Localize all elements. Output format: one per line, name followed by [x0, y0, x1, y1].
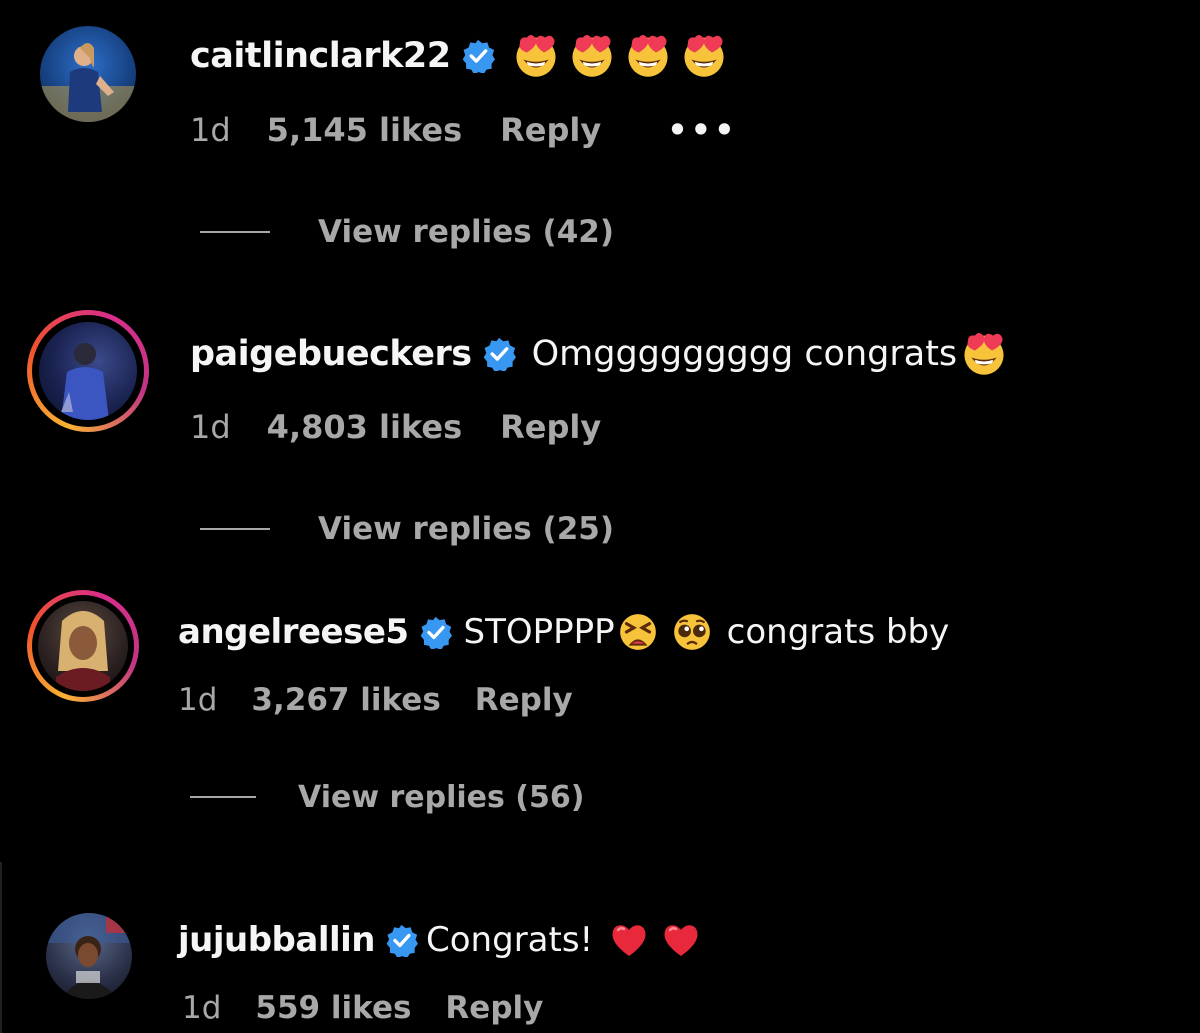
- reply-button[interactable]: Reply: [475, 682, 573, 718]
- comment-text: Congrats!: [426, 920, 594, 960]
- heart-eyes-emoji-icon: [513, 33, 559, 79]
- avatar[interactable]: [40, 26, 136, 122]
- heart-eyes-emoji-icon: [625, 33, 671, 79]
- comment-text-continued: congrats bby: [726, 612, 950, 652]
- view-replies-button[interactable]: View replies (56): [190, 776, 584, 818]
- left-edge-divider: [0, 862, 2, 1033]
- comment-time: 1d: [190, 408, 231, 446]
- replies-divider: [200, 528, 270, 530]
- username[interactable]: caitlinclark22: [190, 36, 451, 76]
- red-heart-emoji-icon: [609, 920, 649, 960]
- replies-divider: [190, 796, 256, 798]
- more-options-button[interactable]: •••: [667, 111, 737, 149]
- avatar[interactable]: [39, 322, 137, 420]
- likes-count[interactable]: 3,267 likes: [251, 682, 440, 718]
- heart-eyes-emoji-icon: [569, 33, 615, 79]
- username[interactable]: angelreese5: [178, 612, 409, 652]
- comment-text: Omggggggggg congrats: [531, 334, 958, 374]
- tired-face-emoji-icon: [617, 611, 659, 653]
- heart-eyes-emoji-icon: [961, 331, 1007, 377]
- view-replies-label: View replies (56): [298, 779, 585, 815]
- username[interactable]: paigebueckers: [190, 334, 472, 374]
- reply-button[interactable]: Reply: [500, 408, 601, 446]
- verified-badge-icon: [419, 616, 452, 649]
- pleading-face-emoji-icon: [671, 611, 713, 653]
- replies-divider: [200, 231, 270, 233]
- view-replies-label: View replies (25): [318, 511, 615, 547]
- username[interactable]: jujubballin: [178, 920, 376, 960]
- comment-time: 1d: [182, 990, 222, 1026]
- comment-time: 1d: [190, 111, 231, 149]
- red-heart-emoji-icon: [661, 920, 701, 960]
- verified-badge-icon: [482, 337, 516, 371]
- avatar[interactable]: [38, 601, 128, 691]
- view-replies-button[interactable]: View replies (25): [200, 507, 614, 551]
- likes-count[interactable]: 559 likes: [255, 990, 411, 1026]
- comment-text: STOPPPP: [463, 612, 615, 652]
- view-replies-button[interactable]: View replies (42): [200, 210, 614, 254]
- verified-badge-icon: [385, 924, 418, 957]
- likes-count[interactable]: 5,145 likes: [267, 111, 462, 149]
- heart-eyes-emoji-icon: [681, 33, 727, 79]
- reply-button[interactable]: Reply: [500, 111, 601, 149]
- reply-button[interactable]: Reply: [445, 990, 543, 1026]
- view-replies-label: View replies (42): [318, 214, 615, 250]
- comment-time: 1d: [178, 682, 218, 718]
- verified-badge-icon: [461, 39, 495, 73]
- likes-count[interactable]: 4,803 likes: [267, 408, 462, 446]
- avatar[interactable]: [46, 913, 132, 999]
